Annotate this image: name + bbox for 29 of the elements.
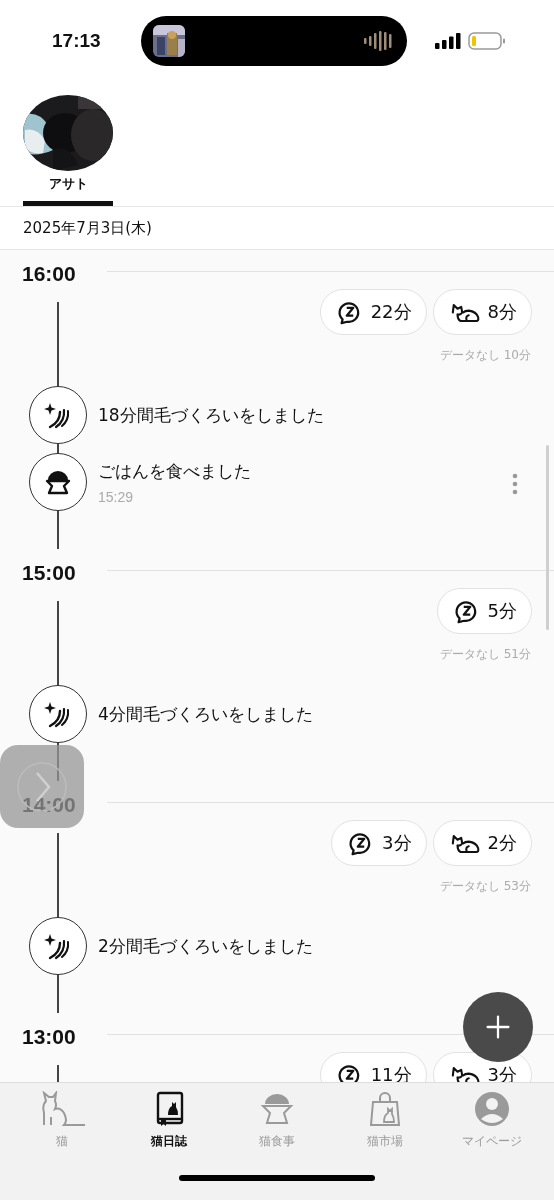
duration-chip[interactable]: 2分: [432, 820, 532, 866]
hour-label: 14:00: [21, 793, 77, 817]
event-title: 4分間毛づくろいをしました: [98, 702, 314, 726]
battery-icon: [468, 32, 506, 50]
more-icon[interactable]: [512, 473, 518, 495]
waveform-icon: [364, 31, 394, 51]
event-time: 15:29: [98, 488, 135, 505]
cat-tab[interactable]: アサト: [23, 82, 113, 206]
hour-label: 15:00: [21, 561, 77, 585]
no-data-label: データなし 51分: [439, 646, 531, 663]
date-label: 2025年7月3日(木): [23, 218, 152, 238]
event-title: 18分間毛づくろいをしました: [98, 403, 325, 427]
duration-chip[interactable]: 5分: [436, 588, 532, 634]
bowl-icon: [259, 1091, 295, 1127]
plus-icon: [485, 1014, 511, 1040]
status-time: 17:13: [52, 30, 102, 52]
signal-icon: [435, 33, 461, 49]
event-title: ごはんを食べました: [98, 459, 252, 483]
duration-chip[interactable]: 22分: [319, 289, 427, 335]
floating-button[interactable]: [0, 745, 84, 828]
hour-label: 13:00: [21, 1025, 77, 1049]
no-data-label: データなし 10分: [439, 347, 531, 364]
event-title: 2分間毛づくろいをしました: [98, 934, 314, 958]
user-icon: [474, 1091, 511, 1127]
duration-chip[interactable]: 3分: [331, 820, 427, 866]
no-data-label: データなし 53分: [439, 878, 531, 895]
hour-label: 16:00: [21, 262, 77, 286]
tab-bar-item[interactable]: 猫日誌: [129, 1091, 210, 1150]
duration-chip[interactable]: 8分: [432, 289, 532, 335]
